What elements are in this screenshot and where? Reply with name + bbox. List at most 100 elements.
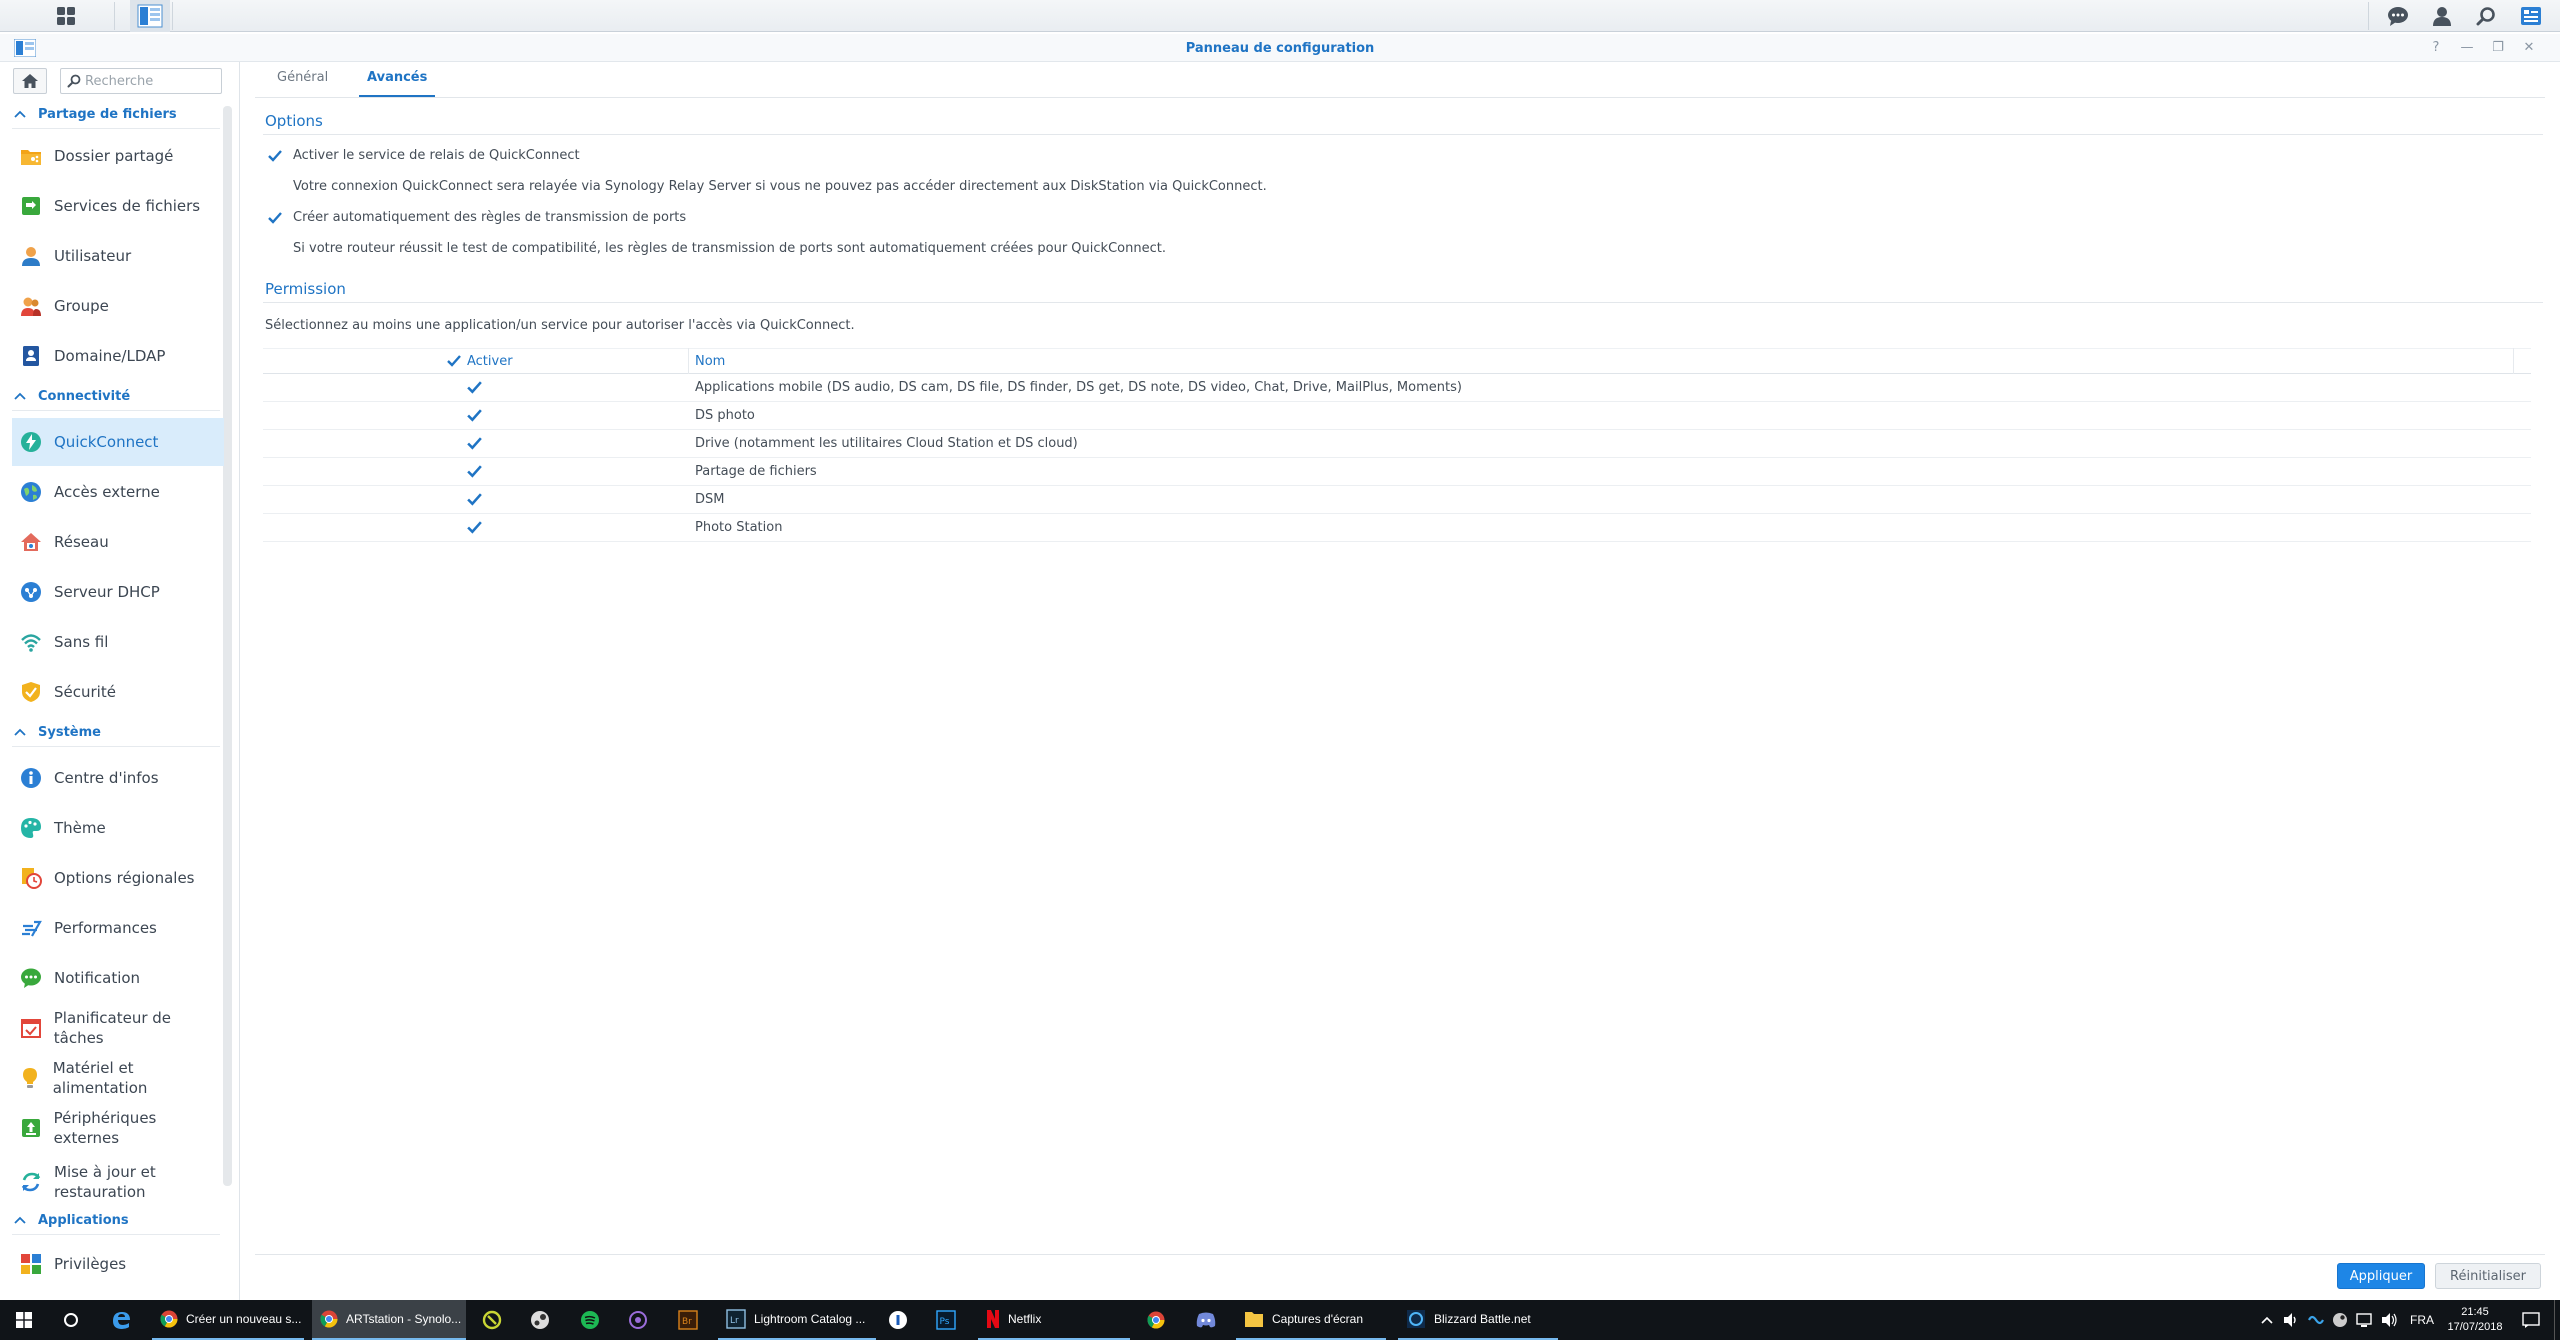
search-icon[interactable] bbox=[2470, 0, 2502, 32]
sidebar-item-file-services[interactable]: Services de fichiers bbox=[12, 182, 224, 230]
chrome-icon[interactable] bbox=[1142, 1300, 1170, 1340]
sidebar-item-theme[interactable]: Thème bbox=[12, 804, 224, 852]
app-icon[interactable] bbox=[478, 1300, 506, 1340]
show-desktop-button[interactable] bbox=[2554, 1300, 2560, 1340]
table-row[interactable]: Applications mobile (DS audio, DS cam, D… bbox=[263, 374, 2531, 402]
app-icon[interactable] bbox=[624, 1300, 652, 1340]
sidebar-search[interactable] bbox=[60, 68, 222, 94]
tray-app-icon[interactable] bbox=[2308, 1300, 2324, 1340]
column-header-enable[interactable]: Activer bbox=[467, 354, 513, 369]
port-forward-description: Si votre routeur réussit le test de comp… bbox=[293, 241, 1166, 256]
tray-expand-icon[interactable] bbox=[2260, 1300, 2274, 1340]
row-checkbox[interactable] bbox=[466, 463, 483, 480]
user-account-icon[interactable] bbox=[2426, 0, 2458, 32]
taskbar-item-file-explorer[interactable]: Captures d'écran bbox=[1236, 1300, 1386, 1340]
tab-advanced[interactable]: Avancés bbox=[359, 70, 436, 97]
action-center-icon[interactable] bbox=[2522, 1300, 2540, 1340]
restore-window-icon[interactable]: ❐ bbox=[2489, 39, 2507, 57]
sidebar-item-update-restore[interactable]: Mise à jour et restauration bbox=[12, 1154, 224, 1210]
sidebar-item-performance[interactable]: Performances bbox=[12, 904, 224, 952]
taskbar-item-battlenet[interactable]: Blizzard Battle.net bbox=[1398, 1300, 1558, 1340]
table-row[interactable]: Partage de fichiers bbox=[263, 458, 2531, 486]
relay-label[interactable]: Activer le service de relais de QuickCon… bbox=[293, 148, 580, 163]
sidebar-item-wireless[interactable]: Sans fil bbox=[12, 618, 224, 666]
sidebar-item-hardware-power[interactable]: Matériel et alimentation bbox=[12, 1054, 224, 1102]
sidebar-item-shared-folder[interactable]: Dossier partagé bbox=[12, 132, 224, 180]
cortana-search-icon[interactable] bbox=[56, 1300, 86, 1340]
language-indicator[interactable]: FRA bbox=[2410, 1300, 2434, 1340]
row-checkbox[interactable] bbox=[466, 519, 483, 536]
spotify-icon[interactable] bbox=[576, 1300, 604, 1340]
1password-icon[interactable] bbox=[884, 1300, 912, 1340]
sidebar-item-dhcp-server[interactable]: Serveur DHCP bbox=[12, 568, 224, 616]
sidebar-item-domain-ldap[interactable]: Domaine/LDAP bbox=[12, 332, 224, 380]
close-icon[interactable]: ✕ bbox=[2520, 39, 2538, 57]
port-forward-label[interactable]: Créer automatiquement des règles de tran… bbox=[293, 210, 686, 225]
sidebar-item-task-scheduler[interactable]: Planificateur de tâches bbox=[12, 1004, 224, 1052]
sidebar-item-privileges[interactable]: Privilèges bbox=[12, 1240, 224, 1288]
section-system[interactable]: Système bbox=[14, 722, 101, 742]
speaker-tray-icon[interactable] bbox=[2380, 1300, 2398, 1340]
port-forward-checkbox[interactable] bbox=[267, 210, 283, 226]
home-button[interactable] bbox=[13, 68, 47, 94]
sidebar-item-external-devices[interactable]: Périphériques externes bbox=[12, 1104, 224, 1152]
select-all-checkbox[interactable] bbox=[446, 353, 462, 369]
row-checkbox[interactable] bbox=[466, 407, 483, 424]
search-input[interactable] bbox=[85, 72, 215, 90]
sidebar-item-quickconnect[interactable]: QuickConnect bbox=[12, 418, 224, 466]
taskbar-item-netflix[interactable]: Netflix bbox=[978, 1300, 1130, 1340]
photoshop-icon[interactable]: Ps bbox=[932, 1300, 960, 1340]
section-applications[interactable]: Applications bbox=[14, 1210, 129, 1230]
minimize-icon[interactable]: — bbox=[2458, 39, 2476, 57]
chat-icon[interactable] bbox=[2382, 0, 2414, 32]
row-checkbox[interactable] bbox=[466, 491, 483, 508]
column-header-name[interactable]: Nom bbox=[695, 354, 725, 369]
relay-checkbox[interactable] bbox=[267, 148, 283, 164]
edge-icon[interactable] bbox=[106, 1300, 136, 1340]
apply-button[interactable]: Appliquer bbox=[2337, 1263, 2425, 1289]
sidebar-item-network[interactable]: Réseau bbox=[12, 518, 224, 566]
sidebar-item-label: Serveur DHCP bbox=[54, 583, 160, 601]
sidebar-scrollbar[interactable] bbox=[223, 106, 232, 1186]
main-menu-grid-icon[interactable] bbox=[48, 0, 84, 32]
sidebar-item-notification[interactable]: Notification bbox=[12, 954, 224, 1002]
bridge-icon[interactable]: Br bbox=[674, 1300, 702, 1340]
sidebar-item-user[interactable]: Utilisateur bbox=[12, 232, 224, 280]
steam-tray-icon[interactable] bbox=[2332, 1300, 2348, 1340]
section-divider bbox=[12, 1234, 220, 1235]
sidebar-item-label: Utilisateur bbox=[54, 247, 132, 265]
column-divider bbox=[2513, 348, 2514, 374]
taskbar-item-chrome-active[interactable]: ARTstation - Synolo... bbox=[312, 1300, 466, 1340]
notification-icon bbox=[18, 965, 44, 991]
taskbar-item-lightroom[interactable]: Lr Lightroom Catalog ... bbox=[718, 1300, 876, 1340]
sidebar-item-external-access[interactable]: Accès externe bbox=[12, 468, 224, 516]
sidebar-item-security[interactable]: Sécurité bbox=[12, 668, 224, 716]
network-tray-icon[interactable] bbox=[2356, 1300, 2374, 1340]
section-connectivity[interactable]: Connectivité bbox=[14, 386, 130, 406]
table-row[interactable]: DSM bbox=[263, 486, 2531, 514]
sidebar-item-info-center[interactable]: Centre d'infos bbox=[12, 754, 224, 802]
section-file-sharing[interactable]: Partage de fichiers bbox=[14, 104, 177, 124]
sidebar-item-group[interactable]: Groupe bbox=[12, 282, 224, 330]
clock[interactable]: 21:45 17/07/2018 bbox=[2440, 1300, 2510, 1340]
tab-general[interactable]: Général bbox=[269, 70, 336, 95]
widgets-icon[interactable] bbox=[2514, 0, 2548, 32]
reset-button[interactable]: Réinitialiser bbox=[2435, 1263, 2541, 1289]
table-row[interactable]: Drive (notamment les utilitaires Cloud S… bbox=[263, 430, 2531, 458]
windows-start-icon[interactable] bbox=[12, 1300, 36, 1340]
table-row[interactable]: Photo Station bbox=[263, 514, 2531, 542]
control-panel-taskbar-icon[interactable] bbox=[130, 0, 170, 32]
taskbar-item-chrome[interactable]: Créer un nouveau s... bbox=[152, 1300, 304, 1340]
sidebar-item-regional-options[interactable]: Options régionales bbox=[12, 854, 224, 902]
topbar-divider bbox=[172, 2, 173, 30]
sidebar-item-label: QuickConnect bbox=[54, 433, 159, 451]
table-row[interactable]: DS photo bbox=[263, 402, 2531, 430]
row-checkbox[interactable] bbox=[466, 379, 483, 396]
help-icon[interactable]: ? bbox=[2427, 39, 2445, 57]
discord-icon[interactable] bbox=[1192, 1300, 1220, 1340]
security-icon bbox=[18, 679, 44, 705]
row-name: DS photo bbox=[695, 408, 755, 423]
volume-icon[interactable] bbox=[2282, 1300, 2300, 1340]
steam-icon[interactable] bbox=[526, 1300, 554, 1340]
row-checkbox[interactable] bbox=[466, 435, 483, 452]
